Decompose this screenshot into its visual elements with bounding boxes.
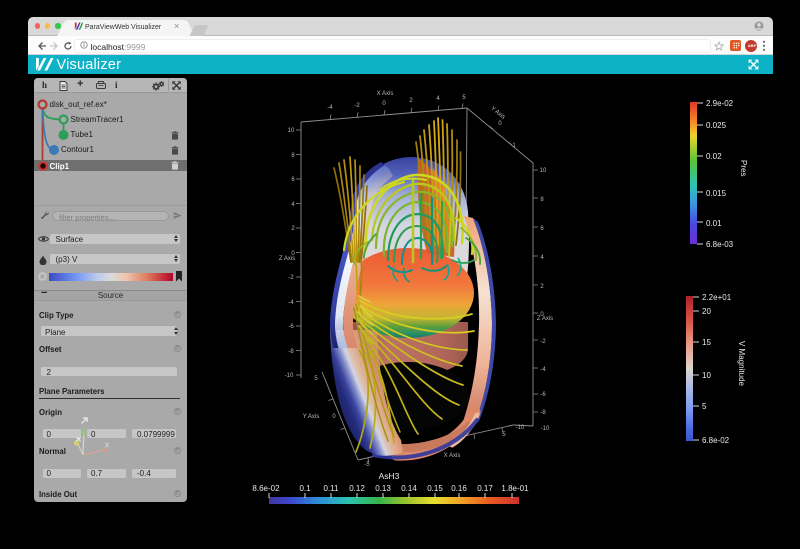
svg-text:20: 20 — [702, 307, 711, 316]
svg-text:Y Axis: Y Axis — [303, 414, 320, 420]
svg-text:0.015: 0.015 — [706, 189, 727, 198]
svg-text:0.13: 0.13 — [375, 484, 391, 493]
svg-text:-8: -8 — [540, 410, 546, 416]
svg-text:0: 0 — [382, 101, 386, 107]
svg-text:Y Axis: Y Axis — [489, 106, 506, 121]
svg-text:0.025: 0.025 — [706, 121, 727, 130]
svg-text:2: 2 — [540, 284, 544, 290]
svg-text:4: 4 — [436, 96, 440, 102]
svg-text:0.17: 0.17 — [477, 484, 493, 493]
svg-text:2.2e+01: 2.2e+01 — [702, 293, 732, 302]
svg-text:0.15: 0.15 — [427, 484, 443, 493]
svg-text:-5: -5 — [364, 462, 370, 468]
svg-text:-4: -4 — [540, 367, 546, 373]
svg-text:0.14: 0.14 — [401, 484, 417, 493]
svg-text:-2: -2 — [540, 339, 546, 345]
svg-text:6.8e-02: 6.8e-02 — [702, 436, 730, 445]
svg-text:-10: -10 — [285, 373, 294, 379]
svg-text:Z Axis: Z Axis — [537, 316, 553, 322]
svg-text:5: 5 — [702, 402, 707, 411]
svg-text:5: 5 — [314, 376, 318, 382]
svg-text:0: 0 — [332, 414, 336, 420]
svg-text:6.8e-03: 6.8e-03 — [706, 240, 734, 249]
svg-text:-10: -10 — [541, 426, 550, 432]
svg-text:10: 10 — [288, 128, 295, 134]
svg-text:X Axis: X Axis — [444, 453, 461, 459]
svg-text:0.12: 0.12 — [349, 484, 365, 493]
svg-text:-4: -4 — [327, 105, 333, 111]
svg-text:-6: -6 — [540, 392, 546, 398]
svg-text:0.02: 0.02 — [706, 152, 722, 161]
svg-text:8: 8 — [291, 153, 295, 159]
svg-text:0.01: 0.01 — [706, 219, 722, 228]
svg-text:6: 6 — [291, 177, 295, 183]
svg-text:10: 10 — [702, 371, 711, 380]
svg-text:0: 0 — [498, 121, 502, 127]
svg-text:-6: -6 — [288, 324, 294, 330]
svg-text:2.9e-02: 2.9e-02 — [706, 99, 734, 108]
svg-text:6: 6 — [540, 226, 544, 232]
svg-text:X Axis: X Axis — [377, 91, 394, 97]
svg-text:V Magnitude: V Magnitude — [737, 341, 746, 386]
svg-text:0.16: 0.16 — [451, 484, 467, 493]
svg-text:15: 15 — [702, 338, 711, 347]
svg-text:1.8e-01: 1.8e-01 — [501, 484, 529, 493]
svg-text:2: 2 — [409, 98, 413, 104]
svg-text:AsH3: AsH3 — [379, 471, 400, 481]
svg-text:-2: -2 — [354, 103, 360, 109]
svg-text:8.6e-02: 8.6e-02 — [252, 484, 280, 493]
svg-text:10: 10 — [540, 168, 547, 174]
svg-text:X: X — [105, 441, 110, 450]
svg-text:-2: -2 — [288, 275, 294, 281]
svg-text:-8: -8 — [288, 349, 294, 355]
svg-text:5: 5 — [462, 95, 466, 101]
svg-text:4: 4 — [291, 202, 295, 208]
svg-text:0.11: 0.11 — [324, 484, 340, 493]
svg-text:5: 5 — [502, 432, 506, 438]
svg-text:-4: -4 — [288, 300, 294, 306]
svg-text:4: 4 — [540, 255, 544, 261]
svg-text:-10: -10 — [516, 425, 525, 431]
svg-text:8: 8 — [540, 197, 544, 203]
svg-text:2: 2 — [291, 226, 295, 232]
svg-text:0.1: 0.1 — [299, 484, 311, 493]
svg-text:Pres: Pres — [739, 160, 748, 176]
